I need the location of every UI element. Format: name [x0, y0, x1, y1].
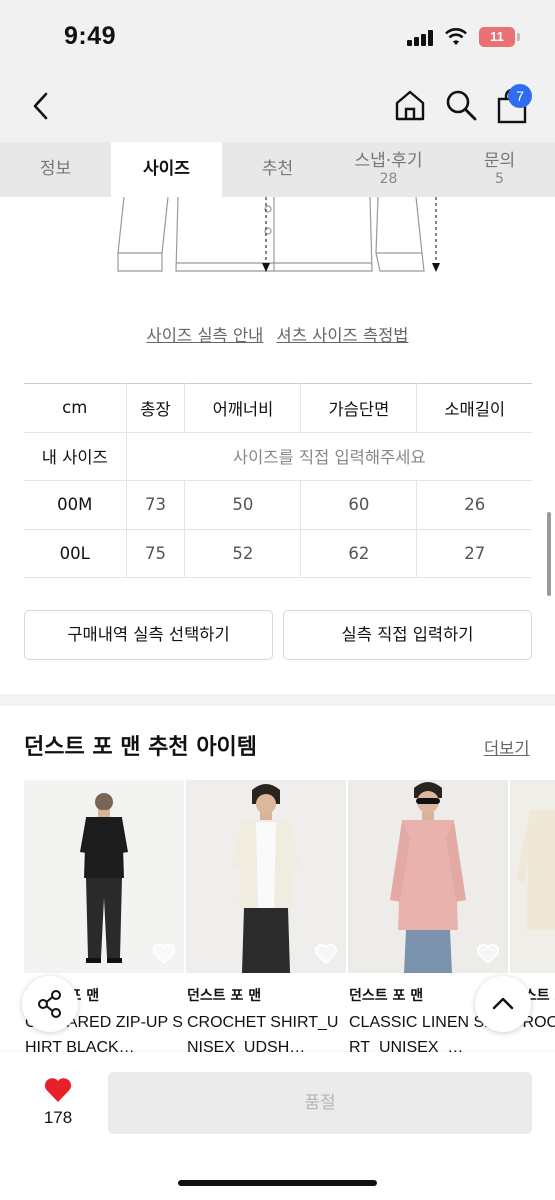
bottom-action-bar: 178 품절 [0, 1052, 555, 1200]
tab-size[interactable]: 사이즈 [111, 142, 222, 197]
tab-snap-review-count: 28 [379, 171, 398, 188]
shirt-measure-illustration [117, 197, 440, 272]
product-image [510, 780, 555, 973]
size-value: 75 [125, 528, 186, 578]
wifi-icon [445, 28, 467, 45]
size-table: cm 총장 어깨너비 가슴단면 소매길이 내 사이즈 사이즈를 직접 입력해주세… [24, 383, 532, 578]
scroll-top-button[interactable] [475, 976, 531, 1032]
status-bar: 9:49 11 [0, 0, 555, 72]
size-value: 73 [125, 480, 186, 530]
size-value: 27 [416, 528, 532, 578]
size-guide-link[interactable]: 사이즈 실측 안내 [147, 326, 264, 345]
tab-inquiry[interactable]: 문의 5 [444, 142, 555, 197]
product-card[interactable]: 던스트 포 맨 CROCHET SHIRT_UNISEX_UDSH… [186, 780, 346, 1060]
shirt-measure-link[interactable]: 셔츠 사이즈 측정법 [277, 326, 409, 345]
tab-recommend[interactable]: 추천 [222, 142, 333, 197]
chevron-up-icon [492, 997, 514, 1010]
size-label: 00L [24, 528, 127, 578]
heart-icon[interactable] [476, 943, 500, 965]
like-heart-icon[interactable] [43, 1076, 73, 1103]
product-image [186, 780, 346, 973]
scrollbar[interactable] [547, 512, 551, 596]
table-row: 00L 75 52 62 27 [24, 528, 532, 578]
section-divider [0, 694, 555, 706]
my-size-label: 내 사이즈 [24, 431, 127, 481]
column-header: 어깨너비 [184, 383, 302, 433]
tab-snap-review[interactable]: 스냅·후기 28 [333, 142, 444, 197]
search-icon[interactable] [444, 88, 478, 122]
product-image [24, 780, 184, 973]
heart-icon[interactable] [152, 943, 176, 965]
size-label: 00M [24, 480, 127, 530]
share-button[interactable] [22, 976, 78, 1032]
product-brand: 던스트 포 맨 [187, 988, 262, 1004]
direct-input-button[interactable]: 실측 직접 입력하기 [283, 610, 532, 660]
back-arrow-icon[interactable] [28, 90, 54, 122]
top-nav: 7 [0, 72, 555, 142]
recommended-title: 던스트 포 맨 추천 아이템 [24, 735, 258, 760]
my-size-input-hint[interactable]: 사이즈를 직접 입력해주세요 [125, 431, 532, 481]
battery-cap [517, 33, 520, 41]
table-header-row: cm 총장 어깨너비 가슴단면 소매길이 [24, 383, 532, 433]
product-tabs: 정보 사이즈 추천 스냅·후기 28 문의 5 [0, 142, 555, 197]
size-value: 62 [300, 528, 418, 578]
size-value: 52 [184, 528, 302, 578]
more-link[interactable]: 더보기 [484, 735, 530, 759]
size-value: 50 [184, 480, 302, 530]
status-time: 9:49 [64, 22, 117, 50]
signal-icon [407, 30, 433, 46]
share-icon [38, 990, 61, 1018]
column-header: 소매길이 [416, 383, 532, 433]
column-header: 총장 [125, 383, 186, 433]
home-icon[interactable] [393, 88, 427, 122]
sold-out-button[interactable]: 품절 [108, 1072, 532, 1134]
size-guide-links: 사이즈 실측 안내 셔츠 사이즈 측정법 [0, 322, 555, 346]
my-size-row[interactable]: 내 사이즈 사이즈를 직접 입력해주세요 [24, 431, 532, 481]
size-value: 60 [300, 480, 418, 530]
column-header: 가슴단면 [300, 383, 418, 433]
product-image [348, 780, 508, 973]
unit-cell: cm [24, 383, 127, 433]
select-purchase-history-button[interactable]: 구매내역 실측 선택하기 [24, 610, 273, 660]
battery-icon: 11 [479, 27, 515, 47]
size-value: 26 [416, 480, 532, 530]
table-row: 00M 73 50 60 26 [24, 480, 532, 530]
tab-inquiry-count: 5 [495, 171, 504, 188]
tab-info[interactable]: 정보 [0, 142, 111, 197]
home-indicator [178, 1180, 377, 1186]
like-count: 178 [43, 1108, 73, 1127]
cart-count-badge: 7 [508, 84, 532, 108]
heart-icon[interactable] [314, 943, 338, 965]
